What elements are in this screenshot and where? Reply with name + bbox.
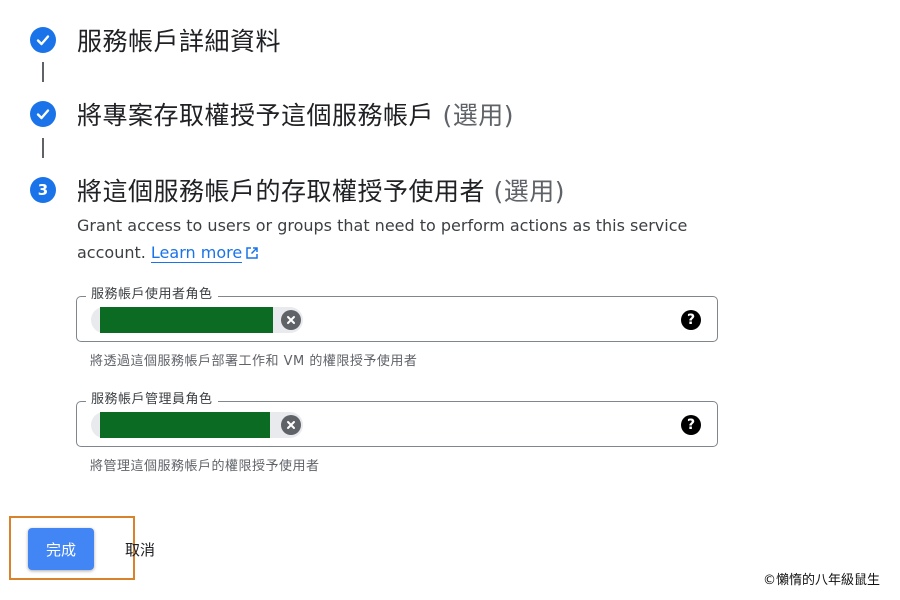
service-account-users-role-hint: 將透過這個服務帳戶部署工作和 VM 的權限授予使用者 bbox=[90, 354, 418, 369]
service-account-users-role-label: 服務帳戶使用者角色 bbox=[86, 287, 218, 303]
service-account-users-role-field[interactable]: 服務帳戶使用者角色 ? bbox=[76, 287, 718, 342]
step-2-title: 將專案存取權授予這個服務帳戶 (選用) bbox=[77, 96, 514, 132]
watermark: ©懶惰的八年級鼠生 bbox=[762, 573, 880, 588]
service-account-admins-role-hint: 將管理這個服務帳戶的權限授予使用者 bbox=[90, 459, 320, 474]
help-icon[interactable]: ? bbox=[681, 310, 701, 330]
role-chip[interactable] bbox=[91, 307, 303, 333]
check-circle-icon bbox=[30, 27, 56, 53]
step-3-optional: (選用) bbox=[493, 177, 565, 206]
step-2: 將專案存取權授予這個服務帳戶 (選用) bbox=[30, 96, 514, 132]
step-1-title-text: 服務帳戶詳細資料 bbox=[77, 27, 282, 56]
step-1-title: 服務帳戶詳細資料 bbox=[77, 22, 281, 58]
role-chip[interactable] bbox=[91, 412, 303, 438]
step-3: 3 將這個服務帳戶的存取權授予使用者 (選用) bbox=[30, 172, 565, 208]
done-button[interactable]: 完成 bbox=[28, 528, 94, 570]
step-3-title-text: 將這個服務帳戶的存取權授予使用者 bbox=[77, 177, 486, 206]
step-description: Grant access to users or groups that nee… bbox=[77, 212, 697, 268]
service-account-admins-role-label: 服務帳戶管理員角色 bbox=[86, 392, 218, 408]
step-3-title: 將這個服務帳戶的存取權授予使用者 (選用) bbox=[77, 172, 565, 208]
cancel-icon[interactable] bbox=[281, 415, 301, 435]
learn-more-link[interactable]: Learn more bbox=[150, 243, 243, 263]
check-circle-icon bbox=[30, 101, 56, 127]
help-icon[interactable]: ? bbox=[681, 415, 701, 435]
cancel-button[interactable]: 取消 bbox=[113, 528, 167, 570]
open-in-new-icon bbox=[245, 241, 259, 268]
redacted-block bbox=[100, 412, 270, 438]
step-3-number-badge: 3 bbox=[30, 177, 56, 203]
step-1: 服務帳戶詳細資料 bbox=[30, 22, 281, 58]
redacted-block bbox=[100, 307, 273, 333]
cancel-icon[interactable] bbox=[281, 310, 301, 330]
step-2-title-text: 將專案存取權授予這個服務帳戶 bbox=[77, 101, 435, 130]
step-2-optional: (選用) bbox=[442, 101, 514, 130]
service-account-admins-role-field[interactable]: 服務帳戶管理員角色 ? bbox=[76, 392, 718, 447]
step-connector-2 bbox=[42, 138, 44, 158]
step-connector-1 bbox=[42, 62, 44, 82]
